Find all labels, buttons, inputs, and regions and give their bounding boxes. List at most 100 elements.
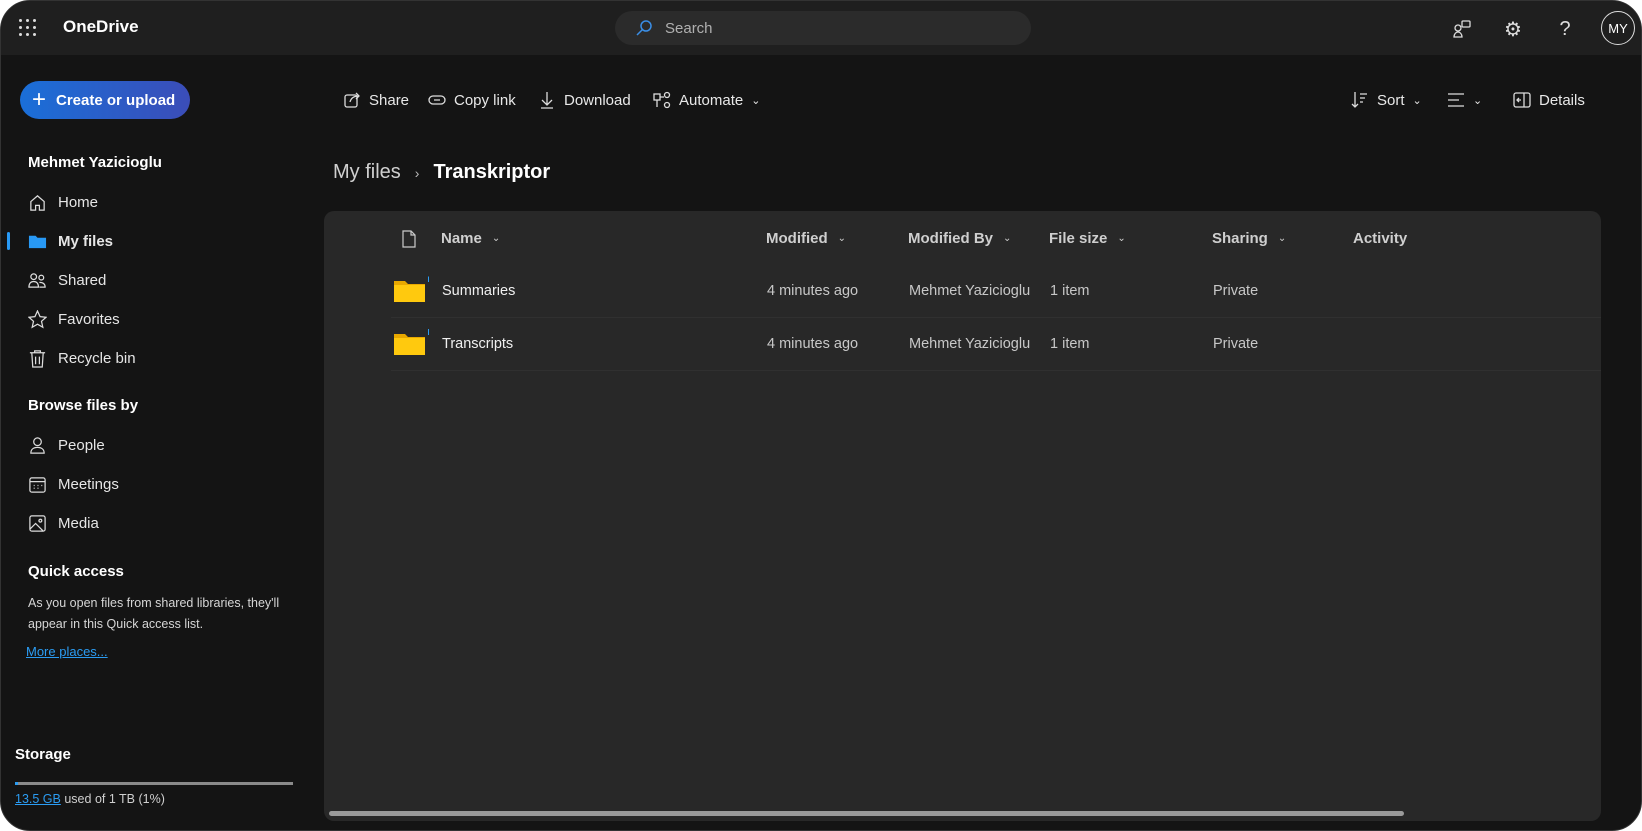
column-header-sharing[interactable]: Sharing ⌄ <box>1212 230 1286 247</box>
share-label: Share <box>369 91 410 109</box>
folder-icon <box>28 235 47 248</box>
avatar[interactable]: MY <box>1601 11 1635 45</box>
sidebar-item-label: People <box>58 436 105 454</box>
sidebar-item-label: My files <box>58 232 114 250</box>
table-row[interactable]: Transcripts 4 minutes ago Mehmet Yazicio… <box>391 318 1601 371</box>
storage-usage-text: used of 1 TB (1%) <box>64 792 165 806</box>
sidebar-item-label: Shared <box>58 271 107 289</box>
search-input[interactable] <box>665 19 995 37</box>
link-icon <box>428 95 446 105</box>
storage-heading: Storage <box>15 746 71 763</box>
chevron-down-icon: ⌄ <box>1277 233 1287 244</box>
modified-by-cell: Mehmet Yazicioglu <box>909 283 1031 299</box>
browse-files-heading: Browse files by <box>28 397 139 414</box>
chevron-down-icon: ⌄ <box>751 94 761 107</box>
top-bar: OneDrive ⚙ ? MY <box>1 1 1641 55</box>
sidebar-item-favorites[interactable]: Favorites <box>28 307 120 331</box>
chevron-down-icon: ⌄ <box>491 233 501 244</box>
sidebar-item-label: Favorites <box>58 310 120 328</box>
person-icon <box>30 436 45 454</box>
modified-cell: 4 minutes ago <box>767 283 859 299</box>
sidebar-item-shared[interactable]: Shared <box>28 268 106 292</box>
sidebar-item-recycle-bin[interactable]: Recycle bin <box>28 346 136 370</box>
trash-icon <box>29 349 46 368</box>
onedrive-window: OneDrive ⚙ ? MY +Create or upload Share … <box>0 0 1642 831</box>
sidebar-item-people[interactable]: People <box>28 433 105 457</box>
automate-icon <box>653 91 671 109</box>
sharing-cell: Private <box>1213 283 1259 299</box>
folder-icon <box>394 334 425 355</box>
app-title[interactable]: OneDrive <box>63 17 139 37</box>
folder-icon <box>394 281 425 302</box>
file-name[interactable]: Transcripts <box>442 336 513 352</box>
account-name: Mehmet Yazicioglu <box>28 154 162 171</box>
copy-link-button[interactable]: Copy link <box>428 89 516 111</box>
new-item-indicator-icon <box>428 329 434 335</box>
automate-label: Automate <box>679 91 744 109</box>
sidebar-item-my-files[interactable]: My files <box>28 229 113 253</box>
app-launcher-icon[interactable] <box>19 19 37 37</box>
star-icon <box>28 309 47 329</box>
download-icon <box>541 92 553 109</box>
storage-used-link[interactable]: 13.5 GB <box>15 792 61 806</box>
people-icon <box>28 272 46 288</box>
sidebar-item-meetings[interactable]: Meetings <box>28 472 119 496</box>
new-item-indicator-icon <box>428 276 434 282</box>
create-or-upload-button[interactable]: + Create or upload <box>20 81 190 119</box>
copy-link-label: Copy link <box>454 91 516 109</box>
share-button[interactable]: Share <box>343 89 409 111</box>
sidebar-item-label: Media <box>58 514 99 532</box>
quick-access-heading: Quick access <box>28 563 124 580</box>
sort-dropdown[interactable]: Sort ⌄ <box>1351 89 1422 111</box>
file-name[interactable]: Summaries <box>442 283 515 299</box>
column-header-activity[interactable]: Activity <box>1353 230 1407 247</box>
settings-gear-icon[interactable]: ⚙ <box>1500 16 1526 42</box>
feedback-icon[interactable] <box>1449 16 1475 42</box>
chevron-right-icon: › <box>414 164 420 181</box>
share-icon <box>344 92 360 108</box>
breadcrumb: My files › Transkriptor <box>333 161 550 184</box>
column-header-file-size[interactable]: File size ⌄ <box>1049 230 1126 247</box>
storage-progress-bar <box>15 782 293 785</box>
chevron-down-icon: ⌄ <box>1117 233 1126 244</box>
storage-usage: 13.5 GB used of 1 TB (1%) <box>15 792 165 806</box>
automate-dropdown[interactable]: Automate ⌄ <box>653 89 760 111</box>
sidebar-item-label: Recycle bin <box>58 349 136 367</box>
list-view-icon <box>1448 93 1464 107</box>
breadcrumb-my-files[interactable]: My files <box>333 161 401 184</box>
calendar-icon <box>29 476 46 493</box>
sidebar-item-media[interactable]: Media <box>28 511 99 535</box>
column-header-name[interactable]: Name ⌄ <box>441 230 500 247</box>
column-header-label: Name <box>441 230 482 247</box>
sidebar-item-label: Home <box>58 193 99 211</box>
details-pane-icon <box>1513 92 1531 108</box>
details-button[interactable]: Details <box>1513 89 1585 111</box>
create-label: Create or upload <box>56 91 176 109</box>
column-header-label: Modified By <box>908 230 993 247</box>
modified-by-cell: Mehmet Yazicioglu <box>909 336 1031 352</box>
details-label: Details <box>1539 91 1585 109</box>
help-icon[interactable]: ? <box>1552 16 1578 42</box>
chevron-down-icon: ⌄ <box>837 233 847 244</box>
chevron-down-icon: ⌄ <box>1003 233 1012 244</box>
chevron-down-icon: ⌄ <box>1412 94 1422 107</box>
column-header-label: Modified <box>766 230 828 247</box>
quick-access-description: As you open files from shared libraries,… <box>28 596 280 631</box>
modified-cell: 4 minutes ago <box>767 336 859 352</box>
horizontal-scrollbar[interactable] <box>329 811 1404 816</box>
column-header-modified-by[interactable]: Modified By ⌄ <box>908 230 1011 247</box>
image-icon <box>29 514 46 532</box>
search-box[interactable] <box>615 11 1031 45</box>
column-header-label: File size <box>1049 230 1108 247</box>
file-type-header-icon[interactable] <box>401 230 417 248</box>
sharing-cell: Private <box>1213 336 1259 352</box>
sort-icon <box>1351 92 1367 108</box>
more-places-link[interactable]: More places... <box>26 644 108 659</box>
download-button[interactable]: Download <box>538 89 631 111</box>
view-options-dropdown[interactable]: ⌄ <box>1447 89 1482 111</box>
column-header-modified[interactable]: Modified ⌄ <box>766 230 846 247</box>
file-size-cell: 1 item <box>1050 336 1090 352</box>
sidebar-item-label: Meetings <box>58 475 119 493</box>
sidebar-item-home[interactable]: Home <box>28 190 98 214</box>
table-row[interactable]: Summaries 4 minutes ago Mehmet Yaziciogl… <box>391 265 1601 318</box>
